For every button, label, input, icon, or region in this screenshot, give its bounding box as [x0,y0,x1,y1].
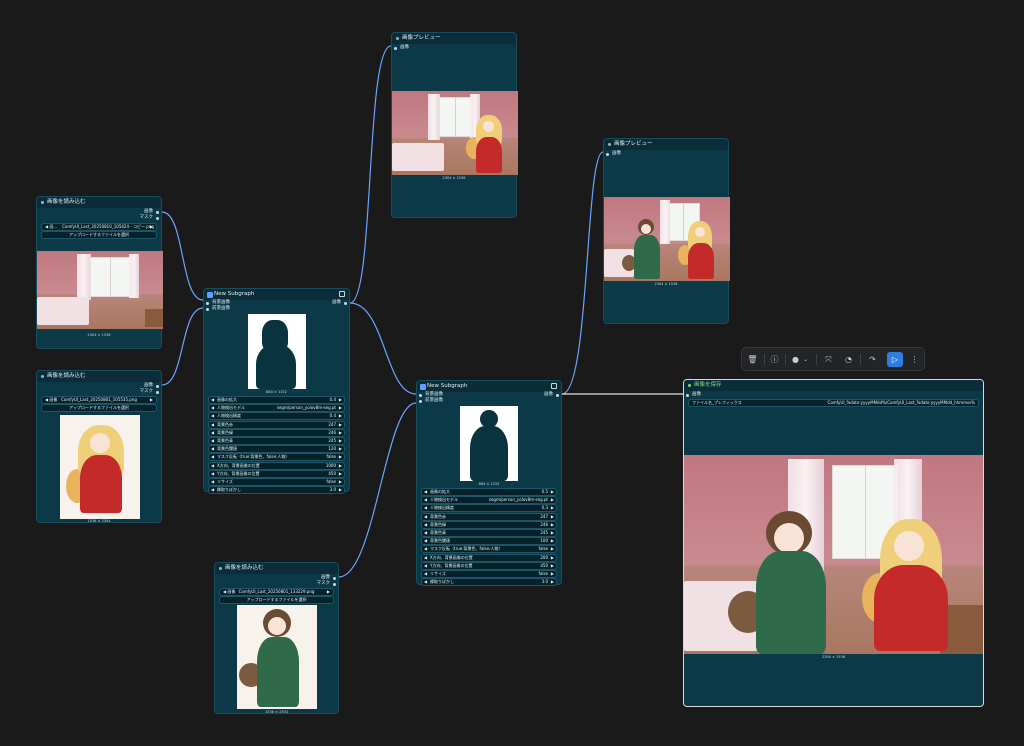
param-widget[interactable]: ◀ Y方向、背景画像の位置 450 ▶ [208,469,345,478]
open-subgraph-icon[interactable] [551,383,557,389]
upload-button[interactable]: アップロードするファイルを選択 [41,231,157,239]
input-image-slot[interactable]: 画像 [686,392,701,398]
param-widget[interactable]: ◀ Y方向、背景画像の位置 450 ▶ [421,561,557,570]
open-subgraph-icon[interactable] [339,291,345,297]
upload-button[interactable]: アップロードするファイルを選択 [219,596,334,604]
param-widget[interactable]: ◀ X方向、背景画像の位置 1000 ▶ [208,461,345,470]
filename-prefix-widget[interactable]: ファイル名_プレフィックス ComfyUI_%date:yyyyMMdd%/Com… [688,399,979,407]
mask-preview [460,406,518,481]
image-size-label: 2304 × 1536 [442,176,466,180]
preview-image-node-1[interactable]: 画像プレビュー 画像 2304 × 1536 [391,32,518,218]
image-preview [237,605,317,709]
upload-button[interactable]: アップロードするファイルを選択 [41,404,157,412]
param-widget[interactable]: ◀ 画像の拡大 0.4 ▶ [208,396,345,404]
image-size-label: 1536 × 2304 [87,519,111,523]
input-foreground-slot[interactable]: 前景画像 [206,306,230,312]
load-image-node-3[interactable]: 画像を読み込む 画像 マスク ◀ 画像 ComfyUI_Last_20250801… [214,562,339,714]
image-size-label: 2304 × 1536 [654,282,678,286]
collapse-dot-icon[interactable] [608,143,611,146]
node-title: 画像プレビュー [392,33,516,44]
wire-sub1-sub2 [349,302,417,395]
collapse-dot-icon[interactable] [41,375,44,378]
param-widget[interactable]: ◀ マスク反転（true:背景色、false:人物） false ▶ [421,545,557,554]
output-mask-slot[interactable]: マスク [140,389,159,395]
param-widget[interactable]: ◀ 背景色緑 246 ▶ [208,428,345,437]
image-size-label: 2304 × 1536 [87,333,111,337]
collapse-dot-icon[interactable] [219,567,222,570]
image-size-label: 884 × 1152 [266,390,287,394]
param-widget[interactable]: ◀ 画像の拡大 0.5 ▶ [421,488,557,496]
save-image-node[interactable]: 画像を保存 画像 ファイル名_プレフィックス ComfyUI_%date:yyyy… [683,379,984,707]
image-preview [604,197,730,281]
load-image-node-1[interactable]: 画像を読み込む 画像 マスク ◀ 画... ComfyUI_Last_202508… [36,196,163,349]
output-image-slot[interactable]: 画像 [544,392,559,398]
node-title: 画像を保存 [684,380,983,391]
node-title: New Subgraph [204,289,349,300]
node-title: 画像プレビュー [604,139,728,150]
param-widget[interactable]: ◀ 背景色青 245 ▶ [208,437,345,445]
param-widget[interactable]: ◀ マスク反転（true:背景色、false:人物） false ▶ [208,453,345,462]
wire-load1-sub1 [161,211,204,301]
collapse-dot-icon[interactable] [396,37,399,40]
image-size-label: 2304 × 1536 [822,655,845,659]
param-widget[interactable]: ◀ 背景色閾値 120 ▶ [208,445,345,454]
param-widget[interactable]: ◀ リサイズ false ▶ [421,570,557,578]
param-widget[interactable]: ◀ 人物検出モデル segm/person_yolov8m-seg.pt ▶ [421,496,557,505]
image-size-label: 884 × 1152 [478,482,500,486]
output-mask-slot[interactable]: マスク [317,581,336,587]
input-image-slot[interactable]: 画像 [394,45,409,51]
preview-image-node-2[interactable]: 画像プレビュー 画像 2304 × 1536 [603,138,730,324]
bypass-icon[interactable]: ◔ [842,353,855,366]
selection-toolbox: 🗑 ⓘ ● ⌄ ⤧ ◔ ↷ ▷ ⋮ [741,347,925,371]
param-widget[interactable]: ◀ X方向、背景画像の位置 200 ▶ [421,553,557,562]
info-icon[interactable]: ⓘ [768,353,781,366]
wire-sub2-preview2 [561,151,604,395]
load-image-node-2[interactable]: 画像を読み込む 画像 マスク ◀ 画像 ComfyUI_Last_20250801… [36,370,162,523]
param-widget[interactable]: ◀ リサイズ false ▶ [208,478,345,486]
image-preview [60,415,140,519]
image-combo-widget[interactable]: ◀ 画像 ComfyUI_Last_20250801_133229.png ▶ [219,588,334,596]
node-title: 画像を読み込む [37,371,161,382]
input-foreground-slot[interactable]: 前景画像 [419,398,443,404]
param-widget[interactable]: ◀ 縁取りぼかし 3.0 ▶ [421,578,557,587]
param-widget[interactable]: ◀ 人物検出モデル segm/person_yolov8m-seg.pt ▶ [208,404,345,413]
node-title: New Subgraph [417,381,561,392]
subgraph-node-1[interactable]: New Subgraph 背景画像 前景画像 画像 884 × 1152 ◀ 画像… [203,288,350,495]
param-widget[interactable]: ◀ 人物検出精度 0.3 ▶ [421,504,557,513]
image-combo-widget[interactable]: ◀ 画... ComfyUI_Last_20250810_105424 - コピー… [41,223,157,231]
subgraph-icon [420,383,426,390]
node-title: 画像を読み込む [37,197,161,208]
fit-icon[interactable]: ⤧ [822,353,835,366]
param-widget[interactable]: ◀ 背景色赤 247 ▶ [421,512,557,521]
collapse-dot-icon[interactable] [41,201,44,204]
trash-icon[interactable]: 🗑 [746,353,759,366]
node-title: 画像を読み込む [215,563,338,574]
param-widget[interactable]: ◀ 縁取りぼかし 3.0 ▶ [208,486,345,495]
chevron-down-icon[interactable]: ⌄ [799,353,812,366]
more-icon[interactable]: ⋮ [908,353,921,366]
output-image-slot[interactable]: 画像 [332,300,347,306]
image-preview [392,91,518,175]
subgraph-node-2[interactable]: New Subgraph 背景画像 前景画像 画像 884 × 1152 ◀ 画像… [416,380,562,587]
param-widget[interactable]: ◀ 背景色緑 246 ▶ [421,520,557,529]
wire-sub1-preview1 [349,45,392,304]
image-preview [37,251,163,329]
subgraph-icon [207,291,213,298]
image-preview [684,455,983,654]
param-widget[interactable]: ◀ 背景色閾値 100 ▶ [421,537,557,546]
run-icon[interactable]: ▷ [887,352,903,367]
image-combo-widget[interactable]: ◀ 画像 ComfyUI_Last_20250801_105535.png ▶ [41,396,157,404]
collapse-dot-icon[interactable] [688,384,691,387]
wire-load3-sub2 [338,402,417,578]
param-widget[interactable]: ◀ 背景色赤 247 ▶ [208,420,345,429]
output-mask-slot[interactable]: マスク [140,215,159,221]
redo-icon[interactable]: ↷ [866,353,879,366]
image-size-label: 1536 × 2304 [265,710,288,714]
mask-preview [248,314,306,389]
param-widget[interactable]: ◀ 背景色青 245 ▶ [421,529,557,537]
param-widget[interactable]: ◀ 人物検出精度 0.4 ▶ [208,412,345,421]
input-image-slot[interactable]: 画像 [606,151,621,157]
wire-load2-sub1 [161,307,204,386]
